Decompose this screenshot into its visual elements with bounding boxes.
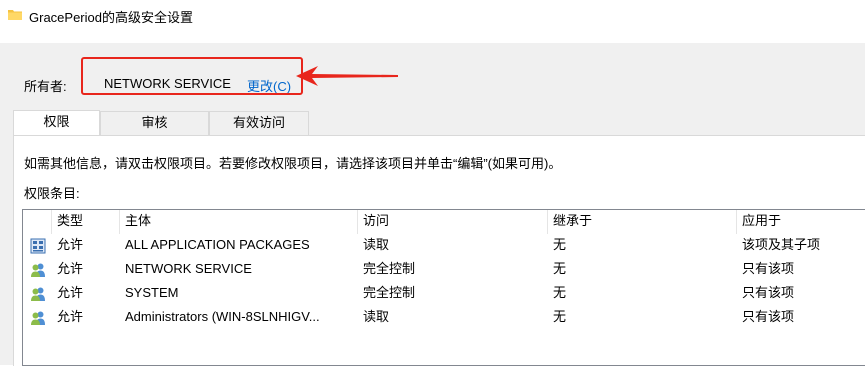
permission-entries-list[interactable]: 类型 主体 访问 继承于 应用于 允许 ALL APPLICATION PACK… — [22, 209, 865, 366]
cell-applies-to: 只有该项 — [742, 285, 795, 300]
tab-label: 有效访问 — [232, 115, 285, 130]
cell-access: 读取 — [363, 309, 390, 324]
table-row[interactable]: 允许 ALL APPLICATION PACKAGES 读取 无 该项及其子项 — [23, 234, 865, 258]
tab-label: 权限 — [43, 114, 70, 129]
cell-inherited-from: 无 — [553, 237, 567, 252]
cell-inherited-from: 无 — [553, 285, 567, 300]
users-group-icon — [31, 311, 45, 325]
info-text: 如需其他信息，请双击权限项目。若要修改权限项目，请选择该项目并单击“编辑”(如果… — [24, 156, 562, 171]
table-row[interactable]: 允许 Administrators (WIN-8SLNHIGV... 读取 无 … — [23, 306, 865, 330]
tab-auditing[interactable]: 审核 — [100, 111, 209, 135]
window-title: GracePeriod的高级安全设置 — [29, 10, 193, 25]
title-bar: GracePeriod的高级安全设置 — [0, 0, 865, 34]
tab-effective-access[interactable]: 有效访问 — [209, 111, 309, 135]
column-header-label: 应用于 — [742, 213, 782, 228]
cell-inherited-from: 无 — [553, 261, 567, 276]
folder-icon — [8, 10, 22, 20]
column-header-inherited-from[interactable]: 继承于 — [548, 210, 737, 234]
column-header-principal[interactable]: 主体 — [120, 210, 358, 234]
cell-principal: Administrators (WIN-8SLNHIGV... — [125, 309, 320, 324]
annotation-arrow-icon — [296, 66, 398, 86]
annotation-highlight-box — [81, 57, 303, 95]
dialog-body: 所有者: NETWORK SERVICE 更改(C) 权限 审核 有效访问 如需… — [0, 34, 865, 366]
table-row[interactable]: 允许 SYSTEM 完全控制 无 只有该项 — [23, 282, 865, 306]
column-header-label: 类型 — [57, 213, 84, 228]
cell-applies-to: 只有该项 — [742, 309, 795, 324]
users-group-icon — [31, 287, 45, 301]
cell-principal: SYSTEM — [125, 285, 179, 300]
table-row[interactable]: 允许 NETWORK SERVICE 完全控制 无 只有该项 — [23, 258, 865, 282]
tab-label: 审核 — [141, 115, 168, 130]
cell-type: 允许 — [57, 285, 84, 300]
column-header-access[interactable]: 访问 — [358, 210, 548, 234]
cell-type: 允许 — [57, 237, 84, 252]
permission-entries-label: 权限条目: — [24, 186, 80, 201]
cell-inherited-from: 无 — [553, 309, 567, 324]
column-header-applies-to[interactable]: 应用于 — [737, 210, 865, 234]
cell-access: 读取 — [363, 237, 390, 252]
cell-type: 允许 — [57, 261, 84, 276]
list-header: 类型 主体 访问 继承于 应用于 — [23, 210, 865, 234]
cell-type: 允许 — [57, 309, 84, 324]
column-header-label: 访问 — [363, 213, 390, 228]
cell-access: 完全控制 — [363, 261, 416, 276]
package-group-icon — [30, 238, 46, 254]
header-icon-spacer — [23, 210, 52, 234]
permissions-panel: 如需其他信息，请双击权限项目。若要修改权限项目，请选择该项目并单击“编辑”(如果… — [13, 135, 865, 366]
column-header-label: 继承于 — [553, 213, 593, 228]
cell-applies-to: 该项及其子项 — [742, 237, 821, 252]
column-header-type[interactable]: 类型 — [52, 210, 120, 234]
users-group-icon — [31, 263, 45, 277]
tab-permissions[interactable]: 权限 — [13, 110, 100, 136]
cell-principal: NETWORK SERVICE — [125, 261, 252, 276]
cell-principal: ALL APPLICATION PACKAGES — [125, 237, 310, 252]
owner-label: 所有者: — [24, 79, 67, 94]
column-header-label: 主体 — [125, 213, 152, 228]
top-strip — [0, 34, 865, 43]
cell-applies-to: 只有该项 — [742, 261, 795, 276]
cell-access: 完全控制 — [363, 285, 416, 300]
